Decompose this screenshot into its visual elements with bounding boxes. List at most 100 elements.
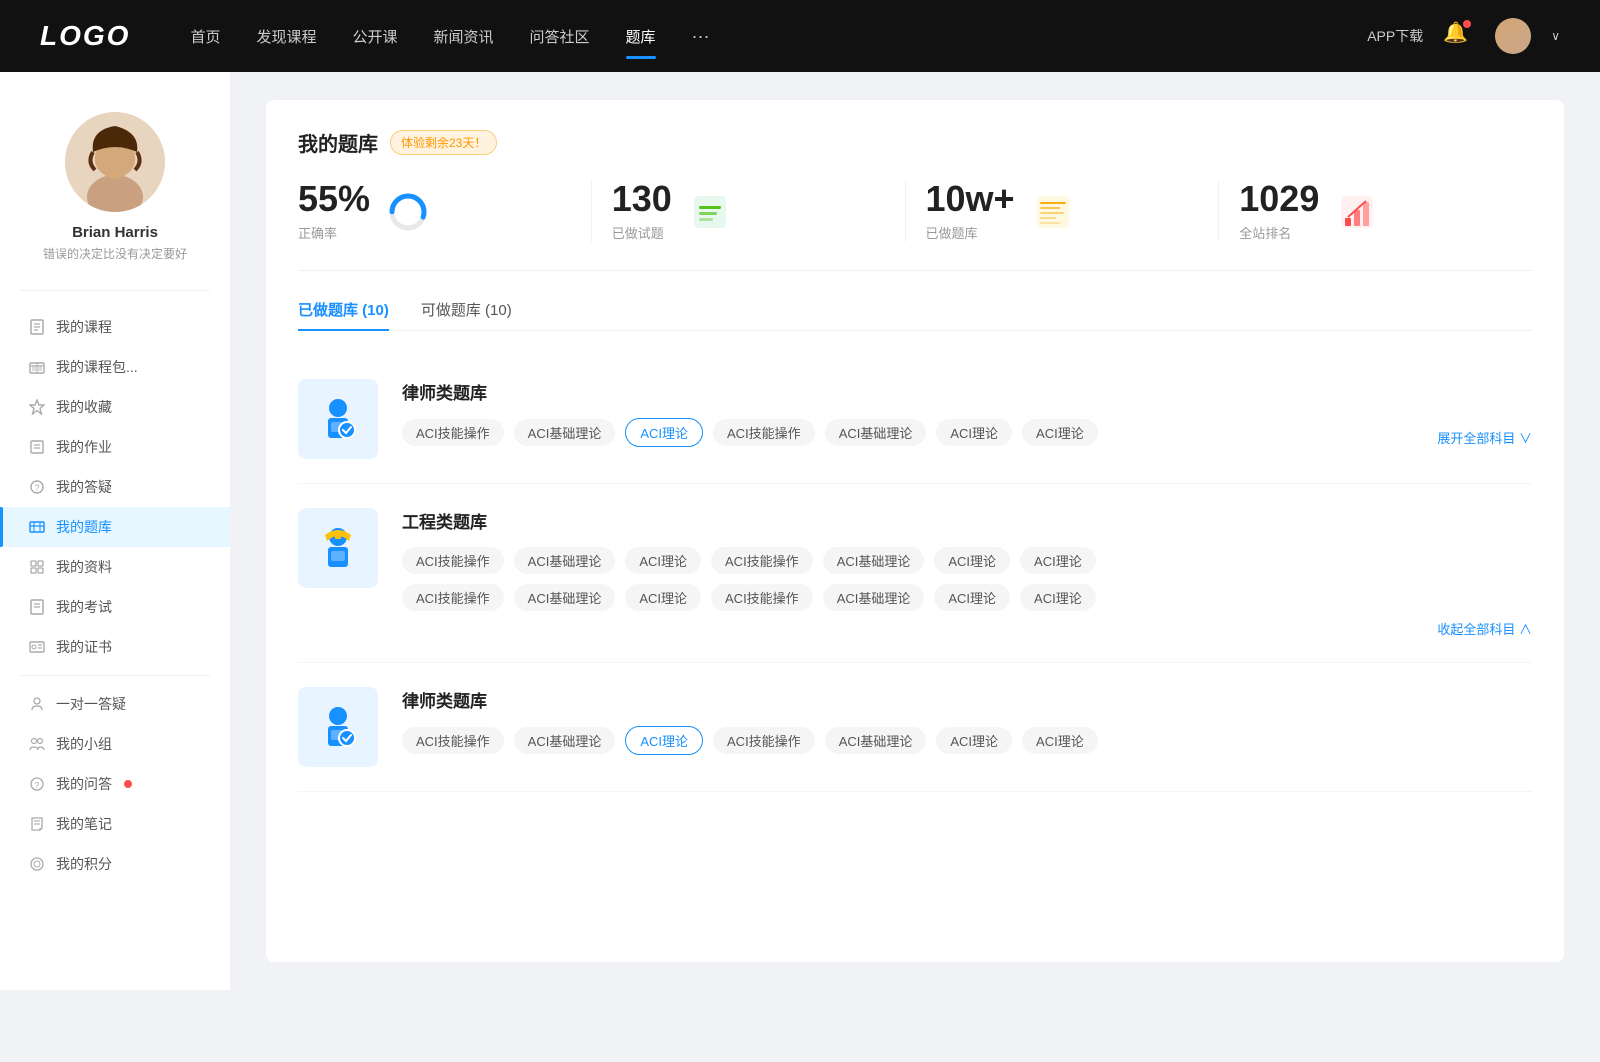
sidebar-item-questions[interactable]: ? 我的答疑 — [0, 467, 230, 507]
certificate-icon — [28, 638, 46, 656]
bank-tag[interactable]: ACI基础理论 — [514, 547, 616, 574]
nav-bank[interactable]: 题库 — [626, 22, 656, 51]
bank-tag[interactable]: ACI技能操作 — [402, 547, 504, 574]
nav-menu: 首页 发现课程 公开课 新闻资讯 问答社区 题库 ··· — [190, 22, 1367, 51]
app-download-link[interactable]: APP下载 — [1367, 26, 1423, 46]
sidebar-divider-2 — [20, 675, 210, 676]
avatar[interactable] — [1495, 18, 1531, 54]
sidebar-item-favorites[interactable]: 我的收藏 — [0, 387, 230, 427]
bank-tag[interactable]: ACI理论 — [934, 584, 1010, 611]
bank-tag[interactable]: ACI理论 — [934, 547, 1010, 574]
tabs-row: 已做题库 (10) 可做题库 (10) — [298, 299, 1532, 331]
stat-done-banks-content: 10w+ 已做题库 — [926, 181, 1015, 242]
bank-tags-3: ACI技能操作 ACI基础理论 ACI理论 ACI技能操作 ACI基础理论 AC… — [402, 726, 1532, 755]
bank-tag[interactable]: ACI基础理论 — [514, 727, 616, 754]
sidebar-item-package[interactable]: 我的课程包... — [0, 347, 230, 387]
sidebar-item-bank[interactable]: 我的题库 — [0, 507, 230, 547]
bank-tag[interactable]: ACI技能操作 — [711, 584, 813, 611]
nav-more[interactable]: ··· — [692, 26, 710, 47]
bank-tag[interactable]: ACI理论 — [1022, 419, 1098, 446]
bank-tag[interactable]: ACI基础理论 — [825, 419, 927, 446]
main-inner: 我的题库 体验剩余23天！ 55% 正确率 — [266, 100, 1564, 962]
nav-home[interactable]: 首页 — [190, 22, 220, 51]
notification-bell[interactable]: 🔔 — [1443, 20, 1475, 52]
bank-tag[interactable]: ACI技能操作 — [402, 727, 504, 754]
bank-tag[interactable]: ACI基础理论 — [514, 584, 616, 611]
expand-button-1[interactable]: 展开全部科目 ∨ — [1437, 428, 1532, 447]
bank-tag[interactable]: ACI基础理论 — [823, 547, 925, 574]
bank-tag[interactable]: ACI理论 — [1022, 727, 1098, 754]
sidebar-item-materials[interactable]: 我的资料 — [0, 547, 230, 587]
sidebar-item-label: 我的作业 — [56, 437, 112, 457]
exam-icon — [28, 598, 46, 616]
bank-tag[interactable]: ACI理论 — [936, 419, 1012, 446]
one-on-one-icon — [28, 695, 46, 713]
sidebar-item-one-on-one[interactable]: 一对一答疑 — [0, 684, 230, 724]
chevron-down-icon[interactable]: ∨ — [1551, 29, 1560, 43]
bank-tag-selected[interactable]: ACI理论 — [625, 726, 703, 755]
bank-tag[interactable]: ACI理论 — [625, 584, 701, 611]
navbar-right: APP下载 🔔 ∨ — [1367, 18, 1560, 54]
stat-ranking-content: 1029 全站排名 — [1239, 181, 1319, 242]
question-icon: ? — [28, 478, 46, 496]
bank-tag[interactable]: ACI理论 — [1020, 584, 1096, 611]
done-questions-icon — [688, 190, 732, 234]
trial-badge: 体验剩余23天！ — [390, 130, 497, 155]
svg-text:?: ? — [34, 483, 39, 493]
sidebar-item-label: 一对一答疑 — [56, 694, 126, 714]
sidebar-item-homework[interactable]: 我的作业 — [0, 427, 230, 467]
bank-tag[interactable]: ACI技能操作 — [711, 547, 813, 574]
stat-done-banks-value: 10w+ — [926, 181, 1015, 217]
stat-done-questions: 130 已做试题 — [592, 181, 906, 242]
sidebar-item-label: 我的考试 — [56, 597, 112, 617]
bank-tag[interactable]: ACI基础理论 — [823, 584, 925, 611]
bank-tag[interactable]: ACI技能操作 — [402, 584, 504, 611]
stat-done-questions-content: 130 已做试题 — [612, 181, 672, 242]
nav-discover[interactable]: 发现课程 — [256, 22, 316, 51]
bank-tag[interactable]: ACI技能操作 — [402, 419, 504, 446]
materials-icon — [28, 558, 46, 576]
sidebar-item-group[interactable]: 我的小组 — [0, 724, 230, 764]
stat-accuracy-value: 55% — [298, 181, 370, 217]
points-icon — [28, 855, 46, 873]
stat-done-banks-label: 已做题库 — [926, 223, 1015, 242]
bank-tag[interactable]: ACI基础理论 — [514, 419, 616, 446]
bank-icon-engineer — [298, 508, 378, 588]
nav-open[interactable]: 公开课 — [352, 22, 397, 51]
bank-item-1: 律师类题库 ACI技能操作 ACI基础理论 ACI理论 ACI技能操作 ACI基… — [298, 355, 1532, 484]
ranking-icon — [1335, 190, 1379, 234]
bank-tag-selected[interactable]: ACI理论 — [625, 418, 703, 447]
nav-qa[interactable]: 问答社区 — [530, 22, 590, 51]
bank-item-3: 律师类题库 ACI技能操作 ACI基础理论 ACI理论 ACI技能操作 ACI基… — [298, 663, 1532, 792]
avatar-image — [1495, 18, 1531, 54]
bank-icon — [28, 518, 46, 536]
bank-tag[interactable]: ACI理论 — [625, 547, 701, 574]
bank-list: 律师类题库 ACI技能操作 ACI基础理论 ACI理论 ACI技能操作 ACI基… — [298, 355, 1532, 792]
bank-tag[interactable]: ACI理论 — [936, 727, 1012, 754]
course-icon — [28, 318, 46, 336]
bank-icon-lawyer-1 — [298, 379, 378, 459]
sidebar-item-label: 我的答疑 — [56, 477, 112, 497]
sidebar-item-certificate[interactable]: 我的证书 — [0, 627, 230, 667]
sidebar-item-exam[interactable]: 我的考试 — [0, 587, 230, 627]
bank-tag[interactable]: ACI理论 — [1020, 547, 1096, 574]
sidebar-item-label: 我的收藏 — [56, 397, 112, 417]
package-icon — [28, 358, 46, 376]
sidebar-item-notes[interactable]: 我的笔记 — [0, 804, 230, 844]
tab-available[interactable]: 可做题库 (10) — [421, 299, 512, 330]
nav-news[interactable]: 新闻资讯 — [434, 22, 494, 51]
sidebar-item-points[interactable]: 我的积分 — [0, 844, 230, 884]
collapse-button-2[interactable]: 收起全部科目 ∧ — [402, 619, 1532, 638]
bank-content-2: 工程类题库 ACI技能操作 ACI基础理论 ACI理论 ACI技能操作 ACI基… — [402, 508, 1532, 638]
bank-tag[interactable]: ACI技能操作 — [713, 419, 815, 446]
stat-accuracy: 55% 正确率 — [298, 181, 592, 242]
tab-done[interactable]: 已做题库 (10) — [298, 299, 389, 330]
sidebar-item-my-qa[interactable]: ? 我的问答 — [0, 764, 230, 804]
stat-ranking-label: 全站排名 — [1239, 223, 1319, 242]
logo[interactable]: LOGO — [40, 20, 130, 52]
sidebar: Brian Harris 错误的决定比没有决定要好 我的课程 我的课程包... — [0, 72, 230, 990]
bank-tag[interactable]: ACI技能操作 — [713, 727, 815, 754]
sidebar-item-course[interactable]: 我的课程 — [0, 307, 230, 347]
bank-tag[interactable]: ACI基础理论 — [825, 727, 927, 754]
bank-title-2: 工程类题库 — [402, 508, 1532, 533]
